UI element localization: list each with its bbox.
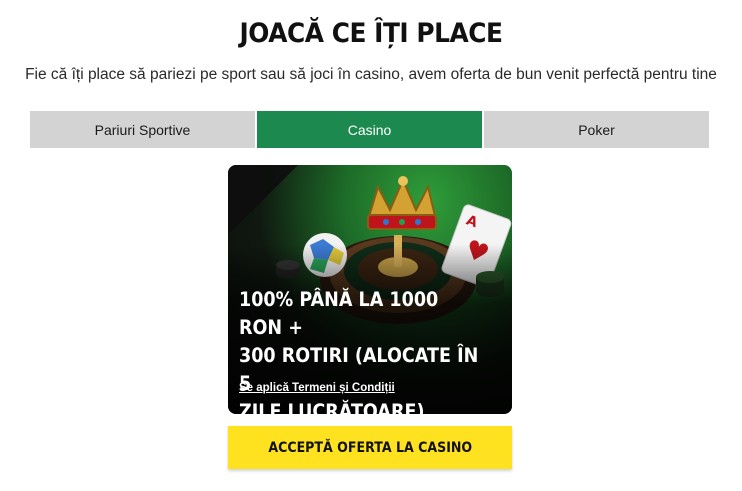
tab-pariuri-sportive[interactable]: Pariuri Sportive <box>30 111 255 148</box>
offer-tabs: Pariuri Sportive Casino Poker <box>30 111 709 148</box>
accept-casino-offer-button[interactable]: ACCEPTĂ OFERTA LA CASINO <box>228 426 512 469</box>
cta-label: ACCEPTĂ OFERTA LA CASINO <box>268 439 472 456</box>
tab-casino[interactable]: Casino <box>257 111 482 148</box>
tab-poker[interactable]: Poker <box>484 111 709 148</box>
offer-headline: 100% PÂNĂ LA 1000 RON + 300 ROTIRI (ALOC… <box>239 288 479 414</box>
terms-link[interactable]: Se aplică Termeni și Condiții <box>239 382 395 394</box>
casino-offer-card: A ♥ 100% PÂNĂ LA 1000 RON + 300 ROTIRI (… <box>228 165 512 414</box>
page-title: JOACĂ CE ÎȚI PLACE <box>239 18 503 49</box>
crown-icon <box>366 176 438 230</box>
page-subtitle: Fie că îți place să pariezi pe sport sau… <box>25 66 717 83</box>
